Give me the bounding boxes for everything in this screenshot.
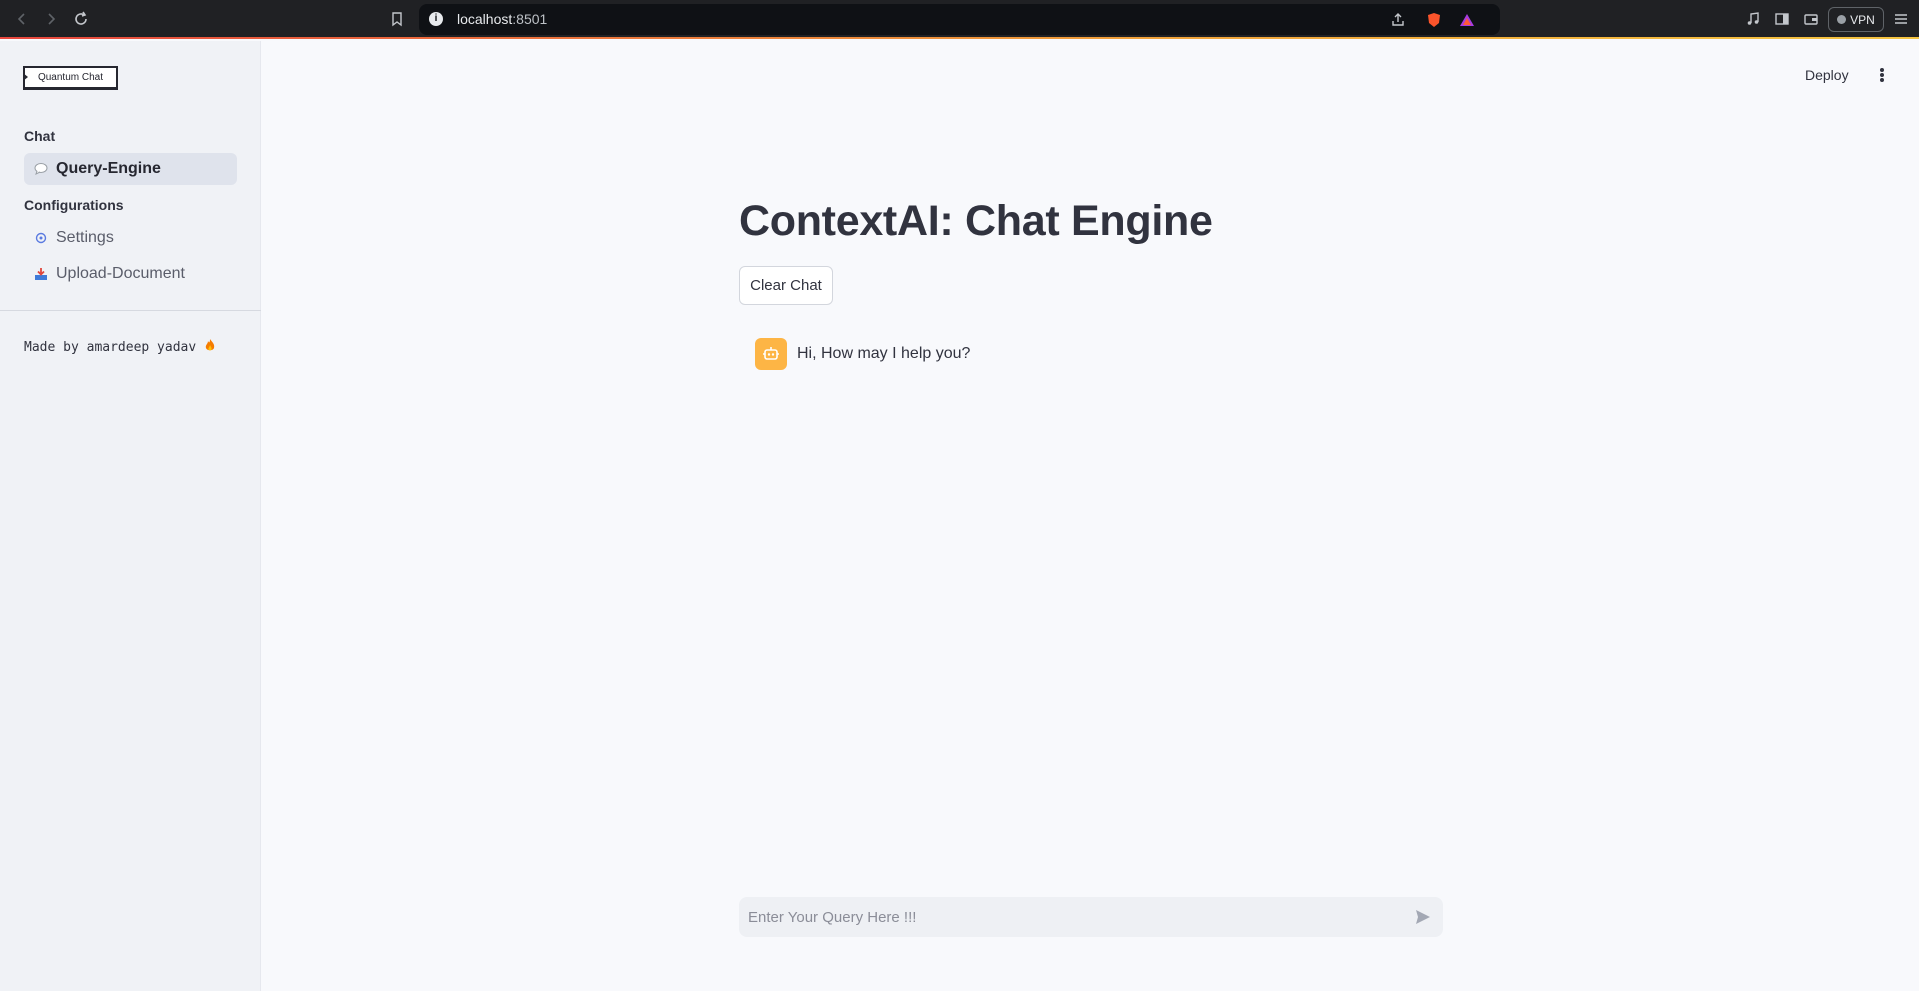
robot-avatar-icon — [755, 338, 787, 370]
share-icon[interactable] — [1389, 11, 1407, 29]
page-title: ContextAI: Chat Engine — [739, 197, 1213, 245]
reload-icon[interactable] — [70, 8, 92, 30]
url-host: localhost — [457, 11, 513, 27]
vpn-status-icon — [1837, 15, 1847, 24]
site-info-icon[interactable]: i — [429, 12, 443, 26]
gear-icon — [34, 231, 48, 245]
forward-icon[interactable] — [40, 8, 62, 30]
sidebar-item-query-engine[interactable]: Query-Engine — [24, 153, 237, 185]
fire-icon — [204, 338, 216, 356]
section-label-configurations: Configurations — [24, 197, 124, 213]
credit-text: Made by amardeep yadav — [24, 338, 216, 356]
menu-icon[interactable] — [1890, 8, 1912, 30]
wallet-icon[interactable] — [1800, 8, 1822, 30]
url-port: :8501 — [512, 11, 548, 27]
brave-shield-icon[interactable] — [1425, 11, 1443, 29]
sidebar-toggle-icon[interactable] — [1771, 8, 1793, 30]
media-icon[interactable] — [1742, 8, 1764, 30]
speech-bubble-icon — [34, 162, 48, 176]
bookmark-icon[interactable] — [386, 8, 408, 30]
back-icon[interactable] — [11, 8, 33, 30]
chat-input-container — [739, 897, 1443, 937]
clear-chat-button[interactable]: Clear Chat — [739, 266, 833, 305]
sidebar-item-label: Settings — [56, 229, 114, 246]
logo-text: Quantum Chat — [37, 72, 104, 83]
deploy-button[interactable]: Deploy — [1805, 67, 1849, 83]
vpn-label: VPN — [1850, 12, 1875, 27]
sidebar: Quantum Chat Chat Query-Engine Configura… — [0, 41, 261, 991]
browser-toolbar: i localhost:8501 VPN — [0, 0, 1919, 39]
logo-arrow-icon — [23, 73, 28, 81]
sidebar-divider — [0, 310, 261, 311]
sidebar-item-upload-document[interactable]: Upload-Document — [24, 258, 237, 290]
app-logo: Quantum Chat — [23, 66, 118, 90]
chat-message-assistant: Hi, How may I help you? — [755, 338, 970, 370]
inbox-tray-icon — [34, 267, 48, 281]
sidebar-item-label: Upload-Document — [56, 265, 185, 282]
section-label-chat: Chat — [24, 128, 56, 144]
sidebar-item-settings[interactable]: Settings — [24, 222, 237, 254]
sidebar-item-label: Query-Engine — [56, 160, 161, 177]
credit-label: Made by amardeep yadav — [24, 339, 197, 355]
chat-input[interactable] — [739, 897, 1389, 937]
vpn-button[interactable]: VPN — [1828, 7, 1884, 32]
main-menu-kebab-icon[interactable] — [1876, 66, 1888, 84]
url-text: localhost:8501 — [457, 11, 547, 27]
chat-message-text: Hi, How may I help you? — [797, 345, 971, 362]
brave-rewards-icon[interactable] — [1458, 11, 1476, 29]
send-icon[interactable] — [1413, 907, 1433, 927]
address-bar[interactable]: i localhost:8501 — [419, 4, 1500, 35]
